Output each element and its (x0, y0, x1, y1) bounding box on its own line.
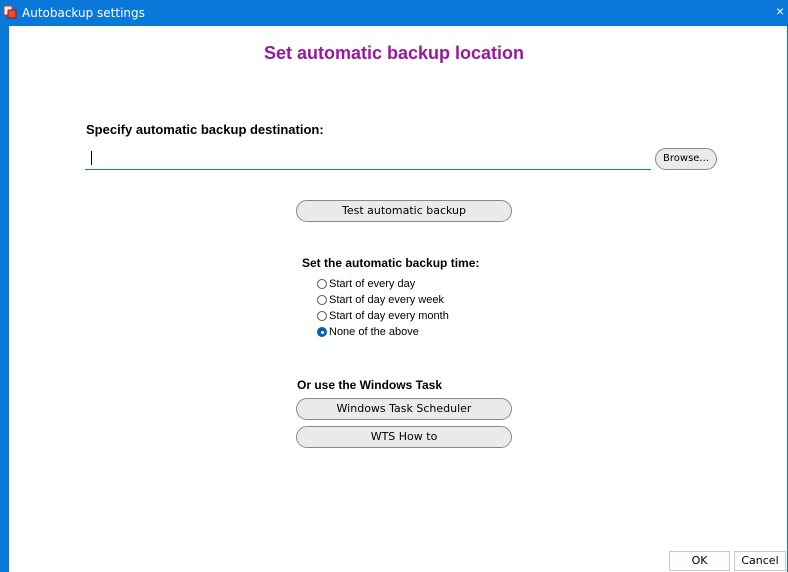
backup-destination-input[interactable] (85, 149, 651, 170)
window-frame-left (0, 26, 9, 572)
radio-label: Start of every day (329, 278, 416, 290)
page-title: Set automatic backup location (263, 43, 525, 63)
radio-button[interactable] (317, 279, 327, 289)
window-title: Autobackup settings (22, 6, 145, 20)
ok-button[interactable]: OK (669, 551, 730, 571)
text-caret (91, 151, 92, 165)
cancel-button[interactable]: Cancel (734, 551, 786, 571)
radio-button[interactable] (317, 295, 327, 305)
windows-task-label: Or use the Windows Task (297, 378, 443, 392)
backup-time-label: Set the automatic backup time: (302, 256, 480, 270)
radio-every-day[interactable]: Start of every day (317, 276, 449, 292)
backup-time-radio-group: Start of every day Start of day every we… (317, 276, 449, 340)
app-icon (3, 5, 17, 19)
radio-button[interactable] (317, 311, 327, 321)
radio-label: Start of day every month (329, 310, 449, 322)
destination-label: Specify automatic backup destination: (86, 122, 324, 137)
test-backup-button[interactable]: Test automatic backup (296, 200, 512, 222)
radio-button-selected[interactable] (317, 327, 327, 337)
title-bar: Autobackup settings × (0, 0, 788, 26)
radio-none[interactable]: None of the above (317, 324, 449, 340)
radio-every-week[interactable]: Start of day every week (317, 292, 449, 308)
radio-every-month[interactable]: Start of day every month (317, 308, 449, 324)
wts-how-to-button[interactable]: WTS How to (296, 426, 512, 448)
close-icon[interactable]: × (776, 3, 788, 19)
radio-label: Start of day every week (329, 294, 444, 306)
radio-label: None of the above (329, 326, 419, 338)
windows-task-scheduler-button[interactable]: Windows Task Scheduler (296, 398, 512, 420)
browse-button[interactable]: Browse... (655, 148, 717, 170)
